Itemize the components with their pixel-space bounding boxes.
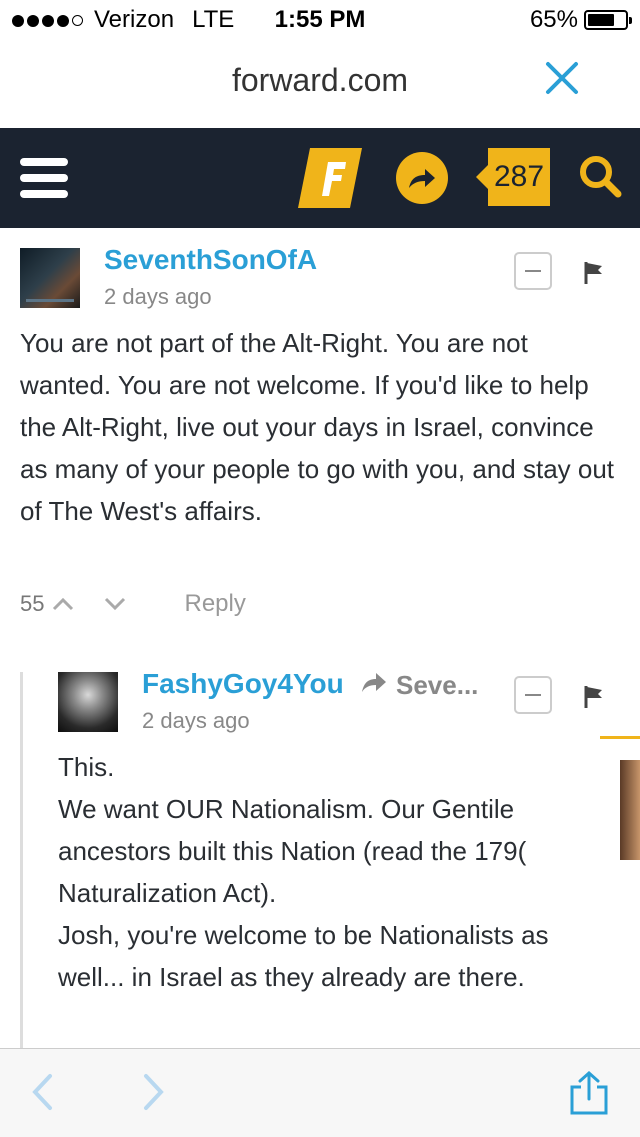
status-bar: Verizon LTE 1:55 PM 65%	[0, 0, 640, 40]
status-right: 65%	[529, 6, 632, 34]
comment-count-badge[interactable]: 287	[476, 148, 550, 206]
collapse-button[interactable]	[514, 252, 552, 290]
sidebar-image	[620, 760, 640, 860]
chevron-right-icon[interactable]	[142, 1073, 166, 1111]
share-button[interactable]	[396, 152, 448, 204]
flag-icon[interactable]	[584, 686, 604, 708]
reply-arrow-icon	[362, 673, 386, 692]
search-icon[interactable]	[578, 154, 622, 198]
comment-author[interactable]: FashyGoy4You	[142, 668, 344, 700]
comment-line: Naturalization Act).	[58, 878, 277, 908]
comment-body: You are not part of the Alt-Right. You a…	[20, 328, 615, 526]
upvote-icon[interactable]	[52, 597, 74, 611]
battery-fill	[588, 14, 614, 26]
vote-bar: 55 Reply	[20, 590, 246, 618]
site-navbar: 287	[0, 128, 640, 228]
share-arrow-icon	[409, 169, 435, 188]
browser-toolbar	[0, 1048, 640, 1137]
browser-url-bar: forward.com	[0, 40, 640, 128]
downvote-icon[interactable]	[104, 597, 126, 611]
vote-count: 55	[20, 591, 45, 616]
reply-link[interactable]: Reply	[184, 590, 245, 618]
avatar[interactable]	[58, 672, 118, 732]
flag-icon[interactable]	[584, 262, 604, 284]
share-upload-icon[interactable]	[568, 1071, 610, 1115]
avatar[interactable]	[20, 248, 80, 308]
forward-logo[interactable]	[298, 148, 362, 208]
comment-body: This. We want OUR Nationalism. Our Genti…	[58, 746, 588, 998]
comment-author[interactable]: SeventhSonOfA	[104, 244, 317, 276]
sidebar-accent-line	[600, 736, 640, 739]
comment-line: We want OUR Nationalism. Our Gentile anc…	[58, 794, 527, 866]
battery-icon	[584, 10, 632, 30]
battery-percent: 65%	[529, 6, 578, 33]
comment-line: Josh, you're welcome to be Nationalists …	[58, 920, 549, 992]
collapse-button[interactable]	[514, 676, 552, 714]
comment-line: This.	[58, 752, 115, 782]
reply-to-author[interactable]: Seve...	[396, 670, 478, 701]
thread-indent-line	[20, 672, 23, 1052]
chevron-left-icon[interactable]	[30, 1073, 54, 1111]
hamburger-icon[interactable]	[20, 158, 68, 198]
close-icon[interactable]	[542, 58, 582, 98]
comment-timestamp[interactable]: 2 days ago	[142, 708, 250, 734]
comment-timestamp[interactable]: 2 days ago	[104, 284, 212, 310]
